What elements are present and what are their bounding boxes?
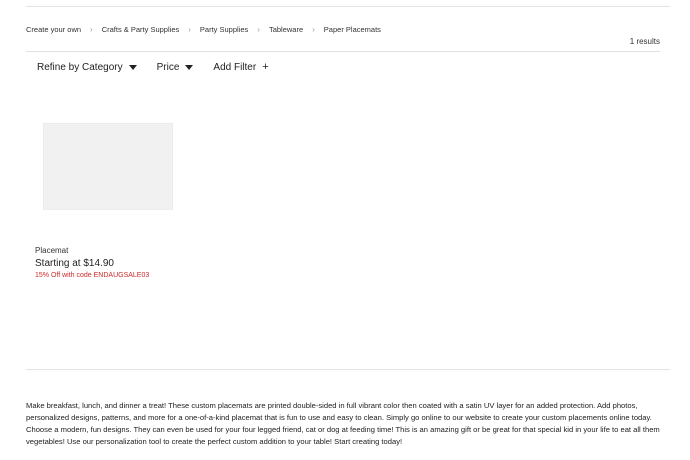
price-dropdown[interactable]: Price	[157, 62, 194, 73]
product-title[interactable]: Placemat	[35, 246, 68, 255]
filter-bar: Refine by Category Price Add Filter +	[37, 61, 289, 74]
chevron-right-icon: ›	[312, 24, 315, 34]
results-count: 1 results	[629, 37, 660, 46]
chevron-right-icon: ›	[257, 24, 260, 34]
breadcrumb-create-your-own[interactable]: Create your own	[26, 25, 81, 34]
breadcrumb-paper-placemats[interactable]: Paper Placemats	[324, 25, 381, 34]
filter-divider	[26, 51, 660, 52]
price-label: Price	[156, 62, 180, 73]
breadcrumb-party-supplies[interactable]: Party Supplies	[200, 25, 248, 34]
breadcrumb-tableware[interactable]: Tableware	[269, 25, 303, 34]
add-filter-label: Add Filter	[213, 62, 257, 73]
bottom-divider	[26, 369, 670, 370]
breadcrumb-crafts-party-supplies[interactable]: Crafts & Party Supplies	[102, 25, 180, 34]
caret-down-icon	[185, 65, 194, 70]
promo-text: 15% Off with code ENDAUGSALE03	[35, 272, 150, 279]
product-image[interactable]	[43, 123, 173, 210]
product-price: Starting at $14.90	[35, 258, 114, 269]
top-divider	[26, 6, 670, 7]
plus-icon: +	[262, 61, 269, 73]
category-description: Make breakfast, lunch, and dinner a trea…	[26, 401, 660, 446]
refine-by-category-dropdown[interactable]: Refine by Category	[37, 62, 137, 73]
chevron-right-icon: ›	[188, 24, 191, 34]
refine-by-category-label: Refine by Category	[37, 62, 123, 73]
caret-down-icon	[128, 65, 137, 70]
add-filter-button[interactable]: Add Filter +	[213, 61, 269, 74]
breadcrumb: Create your own › Crafts & Party Supplie…	[26, 25, 381, 34]
chevron-right-icon: ›	[90, 24, 93, 34]
